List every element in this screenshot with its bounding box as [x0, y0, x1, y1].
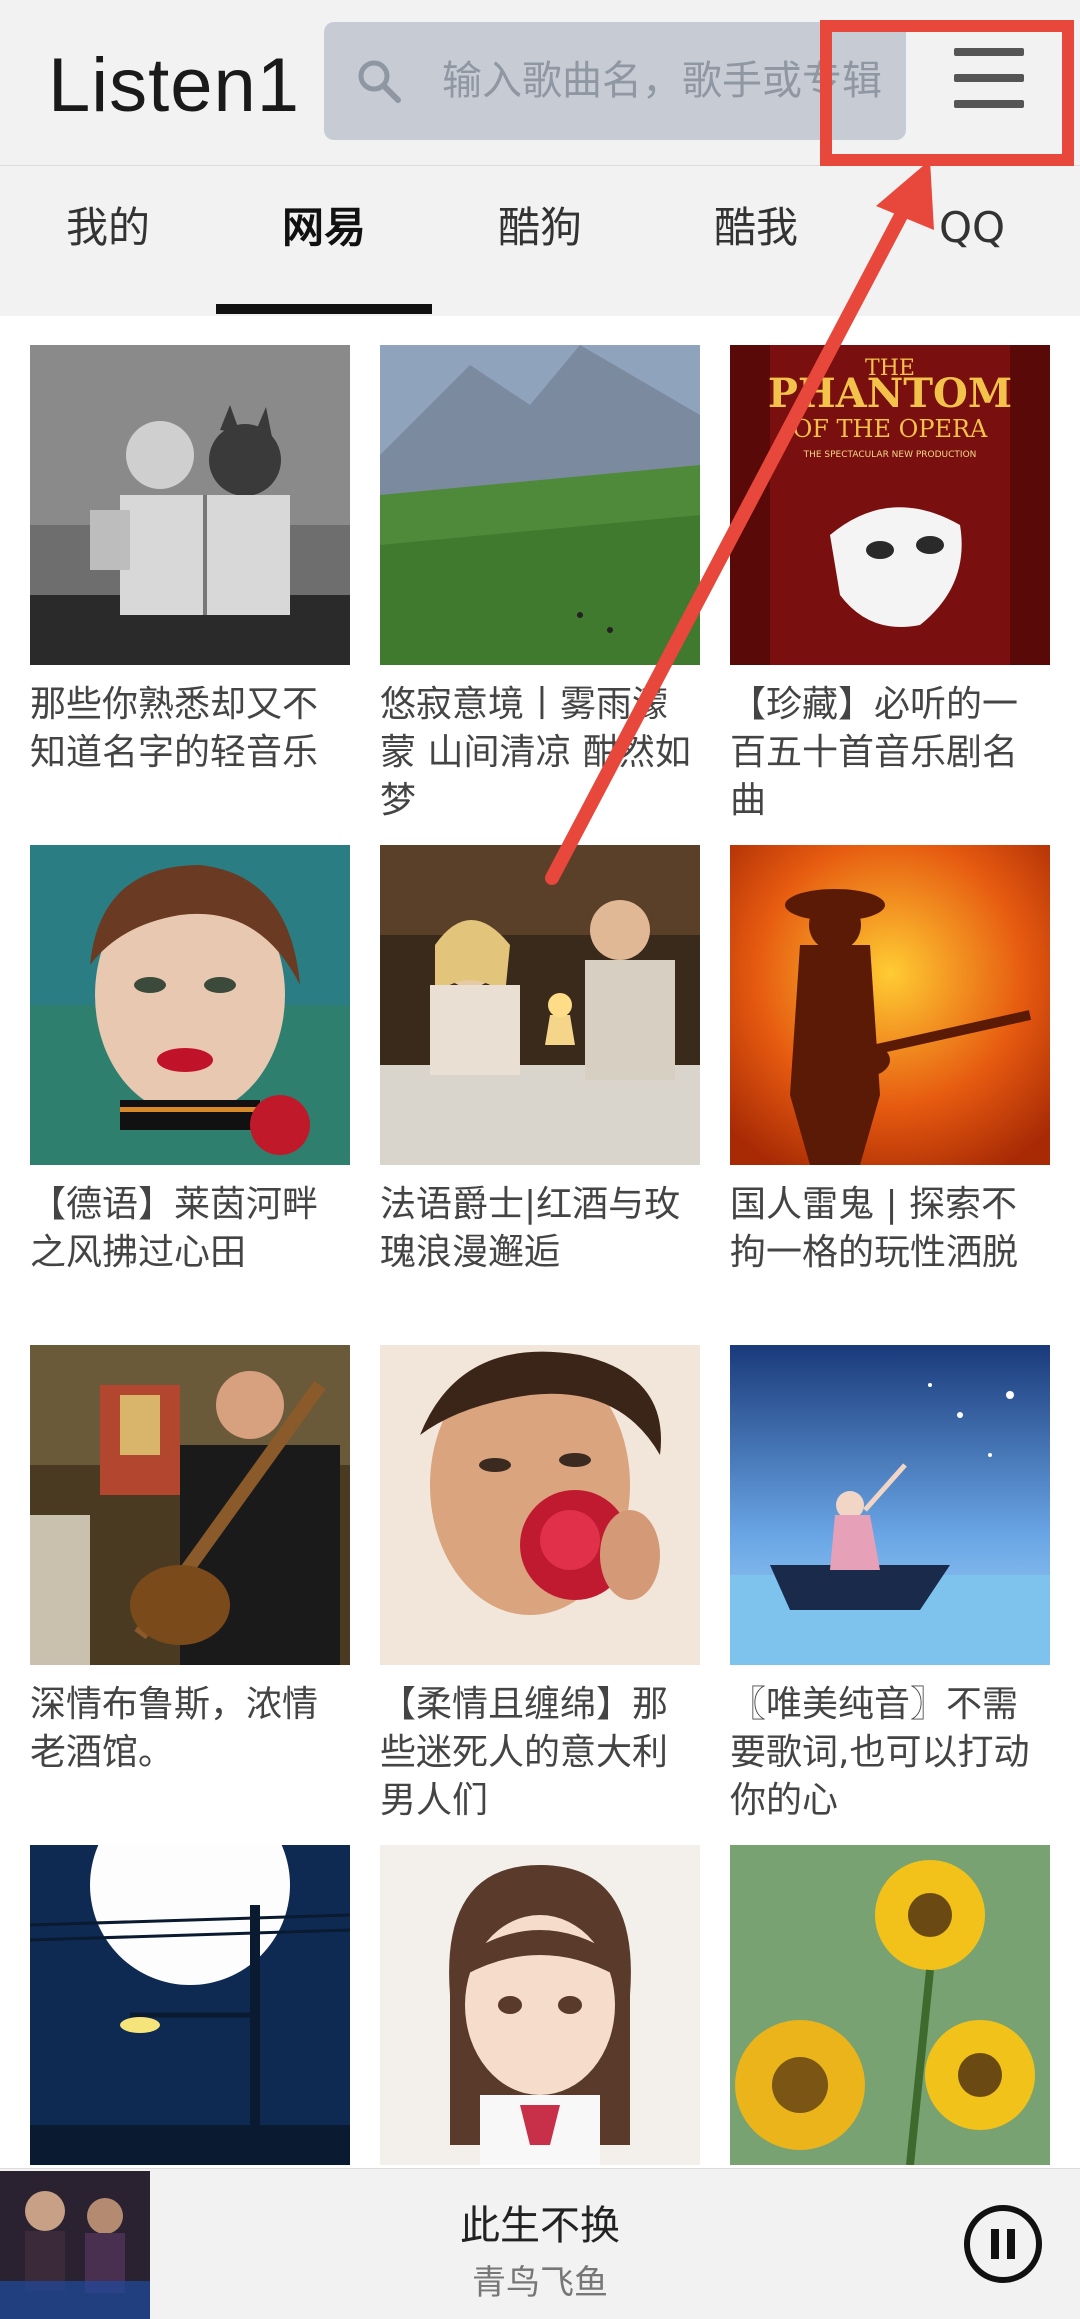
search-icon — [358, 60, 401, 103]
search-input[interactable] — [442, 44, 882, 118]
playlist-cover — [30, 1845, 350, 2165]
playlist-card[interactable]: 国人雷鬼 | 探索不拘一格的玩性洒脱 — [730, 845, 1050, 1277]
playlist-title: 深情布鲁斯，浓情老酒馆。 — [30, 1684, 319, 1773]
tab-kuwo[interactable]: 酷我 — [648, 166, 864, 316]
now-playing-bar[interactable]: 此生不换 青鸟飞鱼 — [0, 2168, 1080, 2319]
playlist-cover — [730, 1345, 1050, 1665]
playlist-cover — [730, 845, 1050, 1165]
pause-icon[interactable] — [962, 2203, 1044, 2285]
playlist-cover — [30, 845, 350, 1165]
playlist-card[interactable]: 悠寂意境丨雾雨濛蒙 山间清凉 酣然如梦 — [380, 345, 700, 825]
playlist-card[interactable] — [380, 1845, 700, 2168]
playlist-card[interactable] — [730, 1845, 1050, 2168]
playlist-title: 【柔情且缠绵】那些迷死人的意大利男人们 — [380, 1684, 669, 1821]
active-tab-indicator — [216, 304, 432, 314]
tab-qq[interactable]: QQ — [864, 166, 1080, 316]
playlist-title: 法语爵士|红酒与玫瑰浪漫邂逅 — [380, 1184, 681, 1273]
playlist-card[interactable] — [30, 1845, 350, 2168]
annotation-highlight-box — [820, 20, 1074, 166]
search-box[interactable] — [324, 22, 906, 140]
svg-text:OF THE OPERA: OF THE OPERA — [793, 415, 988, 443]
playlist-cover — [380, 845, 700, 1165]
playlist-title: 那些你熟悉却又不知道名字的轻音乐 — [30, 684, 319, 773]
tab-mine[interactable]: 我的 — [0, 166, 216, 316]
playlist-card[interactable]: 〖唯美纯音〗不需要歌词,也可以打动你的心 — [730, 1345, 1050, 1825]
now-playing-cover — [0, 2171, 150, 2319]
playlist-cover — [30, 345, 350, 665]
playlist-cover — [380, 1845, 700, 2165]
tab-kugou[interactable]: 酷狗 — [432, 166, 648, 316]
tab-netease[interactable]: 网易 — [216, 166, 432, 316]
playlist-title: 悠寂意境丨雾雨濛蒙 山间清凉 酣然如梦 — [380, 684, 691, 821]
app-logo: Listen1 — [48, 43, 301, 128]
playlist-title: 【珍藏】必听的一百五十首音乐剧名曲 — [730, 684, 1019, 821]
playlist-card[interactable]: 深情布鲁斯，浓情老酒馆。 — [30, 1345, 350, 1777]
playlist-grid: 那些你熟悉却又不知道名字的轻音乐 悠寂意境丨雾雨濛蒙 山间清凉 酣然如梦 THE… — [0, 316, 1080, 2168]
svg-text:PHANTOM: PHANTOM — [768, 370, 1012, 417]
playlist-title: 〖唯美纯音〗不需要歌词,也可以打动你的心 — [730, 1684, 1030, 1821]
playlist-card[interactable]: 法语爵士|红酒与玫瑰浪漫邂逅 — [380, 845, 700, 1277]
playlist-cover — [380, 345, 700, 665]
playlist-cover — [30, 1345, 350, 1665]
now-playing-song: 此生不换 — [460, 2203, 620, 2249]
source-tabs: 我的 网易 酷狗 酷我 QQ — [0, 166, 1080, 316]
playlist-title: 国人雷鬼 | 探索不拘一格的玩性洒脱 — [730, 1184, 1019, 1273]
playlist-card[interactable]: 【柔情且缠绵】那些迷死人的意大利男人们 — [380, 1345, 700, 1825]
playlist-card[interactable]: THE PHANTOM OF THE OPERA THE SPECTACULAR… — [730, 345, 1050, 825]
playlist-cover: THE PHANTOM OF THE OPERA THE SPECTACULAR… — [730, 345, 1050, 665]
playlist-card[interactable]: 【德语】莱茵河畔之风拂过心田 — [30, 845, 350, 1277]
playlist-cover — [730, 1845, 1050, 2165]
now-playing-artist: 青鸟飞鱼 — [472, 2263, 608, 2303]
playlist-card[interactable]: 那些你熟悉却又不知道名字的轻音乐 — [30, 345, 350, 777]
playlist-title: 【德语】莱茵河畔之风拂过心田 — [30, 1184, 319, 1273]
svg-text:THE SPECTACULAR NEW PRODUCTION: THE SPECTACULAR NEW PRODUCTION — [803, 450, 977, 460]
playlist-cover — [380, 1345, 700, 1665]
